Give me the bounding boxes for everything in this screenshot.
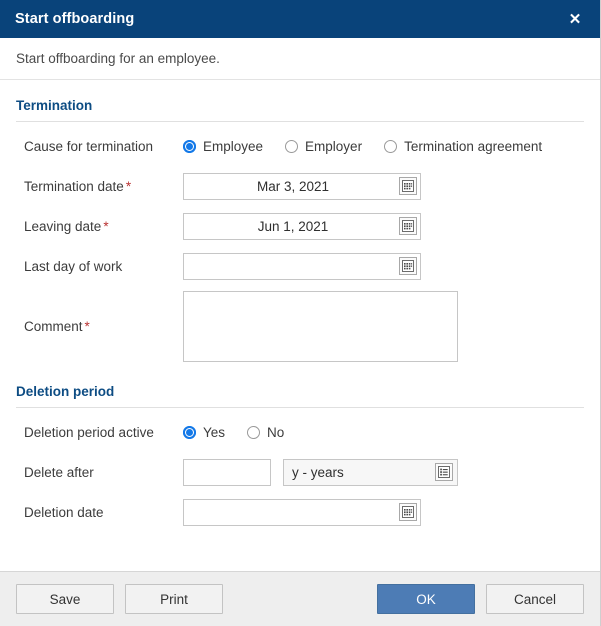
radio-mark-employer [285,139,299,153]
cancel-button[interactable]: Cancel [486,584,584,614]
radio-label-employer: Employer [305,138,363,154]
radio-label-employee: Employee [203,138,264,154]
section-termination: Termination Cause for termination Employ… [0,80,600,366]
radio-deletion-no[interactable]: No [247,425,284,440]
label-text-termination-date: Termination date [24,178,124,194]
radio-mark-employee [183,139,196,153]
radio-cause-termination-agreement[interactable]: Termination agreement [384,139,542,154]
last-day-of-work-input[interactable] [183,252,421,280]
row-last-day-of-work: Last day of work [16,246,584,286]
start-offboarding-dialog: Start offboarding ✕ Start offboarding fo… [0,0,601,626]
field-deletion-date [183,498,421,526]
radio-cause-employee[interactable]: Employee [183,139,263,154]
delete-after-unit-select[interactable]: y - years [283,458,458,486]
row-comment: Comment * [16,286,584,366]
radio-mark-termination-agreement [384,139,398,153]
delete-after-unit-value: y - years [292,464,344,480]
row-deletion-date: Deletion date [16,492,584,532]
section-deletion-period: Deletion period Deletion period active Y… [0,366,600,532]
footer-right-buttons: OK Cancel [377,584,584,614]
label-text-leaving-date: Leaving date [24,218,102,234]
comment-textarea[interactable] [183,290,458,362]
dialog-subtitle: Start offboarding for an employee. [16,51,220,66]
field-delete-after [183,458,271,486]
print-button[interactable]: Print [125,584,223,614]
dialog-title: Start offboarding [15,11,135,27]
save-button[interactable]: Save [16,584,114,614]
ok-button[interactable]: OK [377,584,475,614]
label-deletion-date: Deletion date [24,504,104,520]
required-marker: * [103,218,109,234]
label-delete-after: Delete after [24,464,94,480]
label-deletion-period-active: Deletion period active [24,424,154,440]
dialog-subtitle-bar: Start offboarding for an employee. [0,38,600,80]
footer-left-buttons: Save Print [16,584,223,614]
field-last-day-of-work [183,252,421,280]
label-termination-date: Termination date * [16,179,183,194]
label-cause-for-termination: Cause for termination [24,138,154,154]
radio-group-deletion-period-active: Yes No [183,425,284,440]
close-icon[interactable]: ✕ [564,8,586,30]
calendar-icon[interactable] [399,257,417,275]
radio-label-no: No [267,424,285,440]
label-last-day-of-work: Last day of work [16,259,183,274]
row-cause-for-termination: Cause for termination Employee Employer … [16,126,584,166]
required-marker: * [84,318,90,334]
section-divider [16,121,584,122]
label-comment: Comment * [16,319,183,334]
calendar-icon[interactable] [399,177,417,195]
calendar-icon[interactable] [399,503,417,521]
field-termination-date [183,172,421,200]
required-marker: * [125,178,132,194]
row-leaving-date: Leaving date * [16,206,584,246]
section-title-deletion-period: Deletion period [16,384,115,399]
radio-label-yes: Yes [203,424,226,440]
deletion-date-input[interactable] [183,498,421,526]
dialog-titlebar: Start offboarding ✕ [0,0,600,38]
label-text-comment: Comment [24,318,83,334]
section-divider [16,407,584,408]
field-leaving-date [183,212,421,240]
section-title-termination: Termination [16,98,93,113]
termination-date-input[interactable] [183,172,421,200]
leaving-date-input[interactable] [183,212,421,240]
row-deletion-period-active: Deletion period active Yes No [16,412,584,452]
label-text-last-day-of-work: Last day of work [24,258,123,274]
radio-label-termination-agreement: Termination agreement [404,138,543,154]
row-termination-date: Termination date * [16,166,584,206]
dialog-footer: Save Print OK Cancel [0,571,600,626]
radio-mark-no [247,425,261,439]
dialog-body: Termination Cause for termination Employ… [0,80,600,571]
field-delete-after-unit: y - years [283,458,458,486]
label-leaving-date: Leaving date * [16,219,183,234]
radio-group-cause-for-termination: Employee Employer Termination agreement [183,139,542,154]
calendar-icon[interactable] [399,217,417,235]
radio-cause-employer[interactable]: Employer [285,139,362,154]
row-delete-after: Delete after y - years [16,452,584,492]
list-icon[interactable] [435,463,453,481]
delete-after-input[interactable] [183,458,271,486]
radio-mark-yes [183,425,196,439]
radio-deletion-yes[interactable]: Yes [183,425,225,440]
